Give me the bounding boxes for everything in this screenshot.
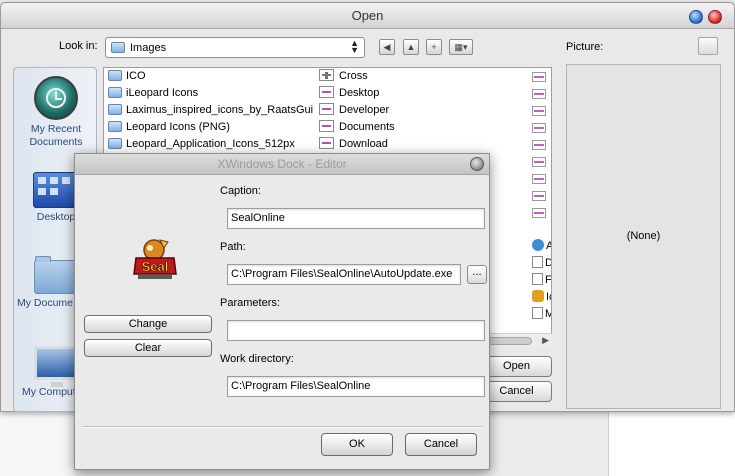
open-button[interactable]: Open	[481, 356, 552, 377]
cancel-button[interactable]: Cancel	[481, 381, 552, 402]
editor-title: XWindows Dock - Editor	[75, 154, 489, 175]
up-folder-button[interactable]: ▲	[403, 39, 419, 55]
scroll-right-icon[interactable]: ▶	[542, 335, 549, 346]
folder-icon	[108, 87, 122, 98]
file-icon	[319, 120, 334, 132]
editor-close-button[interactable]	[470, 157, 484, 171]
path-label: Path:	[220, 241, 246, 253]
look-in-label: Look in:	[59, 40, 98, 52]
divider	[83, 426, 483, 428]
seal-online-icon: Seal	[133, 239, 177, 279]
list-item[interactable]: ICO	[108, 68, 146, 85]
work-directory-input[interactable]: C:\Program Files\SealOnline	[227, 376, 485, 397]
folder-icon	[108, 70, 122, 81]
change-button[interactable]: Change	[84, 315, 212, 333]
caption-input[interactable]: SealOnline	[227, 208, 485, 229]
list-item[interactable]: D	[532, 255, 551, 272]
clear-button[interactable]: Clear	[84, 339, 212, 357]
recent-icon	[34, 76, 78, 120]
list-item[interactable]: Cross	[319, 68, 368, 85]
list-item[interactable]: Desktop	[319, 85, 379, 102]
picture-label: Picture:	[566, 41, 604, 53]
file-icon	[532, 273, 543, 285]
file-icon	[532, 123, 546, 133]
list-item[interactable]: A	[532, 238, 551, 255]
my-documents-icon	[34, 256, 76, 294]
list-item[interactable]: F	[532, 272, 551, 289]
list-item[interactable]: Leopard_Application_Icons_512px	[108, 136, 295, 153]
list-item[interactable]: Ic	[532, 289, 551, 306]
open-dialog-title: Open	[1, 3, 734, 29]
parameters-input[interactable]	[227, 320, 485, 341]
caption-label: Caption:	[220, 185, 261, 197]
path-input[interactable]: C:\Program Files\SealOnline\AutoUpdate.e…	[227, 264, 461, 285]
background-strip-right	[608, 405, 735, 476]
file-icon	[532, 140, 546, 150]
background-strip-left	[0, 410, 75, 476]
list-item[interactable]: iLeopard Icons	[108, 85, 198, 102]
parameters-label: Parameters:	[220, 297, 280, 309]
info-icon	[532, 239, 544, 251]
preview-toggle-icon[interactable]	[698, 37, 718, 55]
icons-folder-icon	[532, 290, 544, 302]
list-item[interactable]: Laximus_inspired_icons_by_RaatsGui	[108, 102, 313, 119]
picture-preview: (None)	[566, 64, 721, 409]
place-recent-documents[interactable]: My Recent Documents	[14, 76, 98, 149]
file-icon	[532, 307, 543, 319]
horizontal-scrollbar[interactable]: ▶	[485, 333, 552, 348]
ok-button[interactable]: OK	[321, 433, 393, 456]
back-button[interactable]: ◀	[379, 39, 395, 55]
file-icon	[532, 256, 543, 268]
close-button[interactable]	[708, 10, 722, 24]
file-icon	[319, 137, 334, 149]
folder-icon	[108, 121, 122, 132]
file-icon	[532, 106, 546, 116]
desktop-icon	[33, 172, 79, 208]
file-icon	[532, 208, 546, 218]
look-in-select[interactable]: Images ▲ ▼	[105, 37, 365, 58]
picture-none-text: (None)	[626, 230, 661, 242]
list-item[interactable]: M	[532, 306, 551, 323]
list-item[interactable]: Developer	[319, 102, 389, 119]
view-menu-button[interactable]: ▦▾	[449, 39, 473, 55]
look-in-value: Images	[130, 42, 167, 54]
new-folder-button[interactable]: +	[426, 39, 442, 55]
folder-icon	[108, 138, 122, 149]
file-icon	[319, 103, 334, 115]
file-icon	[319, 86, 334, 98]
browse-button[interactable]: ...	[467, 265, 487, 284]
folder-icon	[108, 104, 122, 115]
place-label: My Recent Documents	[29, 123, 83, 148]
list-item[interactable]: Download	[319, 136, 388, 153]
list-item[interactable]: Documents	[319, 119, 395, 136]
editor-dialog: XWindows Dock - Editor Seal Change Clear…	[74, 153, 490, 470]
my-computer-icon	[34, 346, 78, 387]
minimize-button[interactable]	[689, 10, 703, 24]
work-directory-label: Work directory:	[220, 353, 294, 365]
file-icon	[532, 72, 546, 82]
updown-arrows-icon: ▲ ▼	[350, 38, 359, 55]
folder-icon	[111, 42, 125, 53]
file-icon	[532, 157, 546, 167]
list-item[interactable]: Leopard Icons (PNG)	[108, 119, 230, 136]
file-icon	[532, 174, 546, 184]
file-icon	[532, 89, 546, 99]
svg-text:Seal: Seal	[142, 259, 169, 274]
file-icon	[319, 69, 334, 81]
scrollbar-thumb[interactable]	[488, 337, 532, 345]
file-icon	[532, 191, 546, 201]
editor-cancel-button[interactable]: Cancel	[405, 433, 477, 456]
